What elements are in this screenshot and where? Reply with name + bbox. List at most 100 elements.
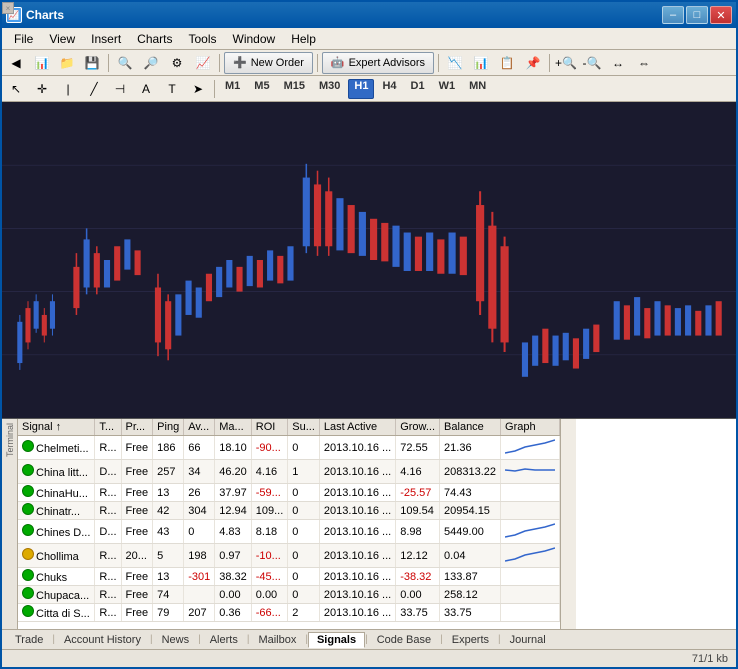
tool-zoom-out[interactable]: 🔎 xyxy=(139,52,163,74)
cell-signal-name[interactable]: Chupaca... xyxy=(18,586,95,604)
tool-open[interactable]: 📁 xyxy=(55,52,79,74)
cell-roi: -10... xyxy=(251,544,288,568)
tab-signals[interactable]: Signals xyxy=(308,632,365,648)
menu-charts[interactable]: Charts xyxy=(129,30,180,48)
tool-zoom-in[interactable]: 🔍 xyxy=(113,52,137,74)
cell-roi: 4.16 xyxy=(251,460,288,484)
tool-indicators[interactable]: 📈 xyxy=(191,52,215,74)
tab-trade[interactable]: Trade xyxy=(6,632,52,648)
cell-signal-name[interactable]: Chinatr... xyxy=(18,502,95,520)
tf-h1[interactable]: H1 xyxy=(348,79,374,99)
tool-zoom-plus[interactable]: +🔍 xyxy=(554,52,578,74)
tab-account-history[interactable]: Account History xyxy=(55,632,150,648)
expert-advisors-button[interactable]: 🤖 Expert Advisors xyxy=(322,52,434,74)
tool-8[interactable]: 📌 xyxy=(521,52,545,74)
col-sub[interactable]: Su... xyxy=(288,419,320,436)
tool-hline[interactable]: ⊣ xyxy=(108,78,132,100)
col-balance[interactable]: Balance xyxy=(440,419,501,436)
tab-alerts[interactable]: Alerts xyxy=(201,632,247,648)
cell-ping: 5 xyxy=(153,544,184,568)
sep4 xyxy=(438,54,439,72)
title-bar-buttons: – □ ✕ xyxy=(662,6,732,24)
cell-signal-name[interactable]: Chuks xyxy=(18,568,95,586)
tab-codebase[interactable]: Code Base xyxy=(368,632,440,648)
tab-mailbox[interactable]: Mailbox xyxy=(249,632,305,648)
tool-cursor[interactable]: ↖ xyxy=(4,78,28,100)
tool-text[interactable]: A xyxy=(134,78,158,100)
close-button[interactable]: ✕ xyxy=(710,6,732,24)
sep6 xyxy=(214,80,215,98)
menu-view[interactable]: View xyxy=(41,30,83,48)
col-avg[interactable]: Av... xyxy=(184,419,215,436)
col-roi[interactable]: ROI xyxy=(251,419,288,436)
new-order-button[interactable]: ➕ New Order xyxy=(224,52,313,74)
col-last-active[interactable]: Last Active xyxy=(319,419,395,436)
table-row: Chuks R... Free 13 -301 38.32 -45... 0 2… xyxy=(18,568,560,586)
cell-signal-name[interactable]: Chollima xyxy=(18,544,95,568)
tool-arrow[interactable]: ➤ xyxy=(186,78,210,100)
tool-6[interactable]: 📊 xyxy=(469,52,493,74)
tf-w1[interactable]: W1 xyxy=(433,79,462,99)
cell-avg xyxy=(184,586,215,604)
cell-sub: 0 xyxy=(288,484,320,502)
chart-area[interactable] xyxy=(2,102,736,419)
cell-balance: 208313.22 xyxy=(440,460,501,484)
status-bar: 71/1 kb xyxy=(2,649,736,667)
col-ping[interactable]: Ping xyxy=(153,419,184,436)
cell-roi: -90... xyxy=(251,436,288,460)
tool-line[interactable]: | xyxy=(56,78,80,100)
terminal-label: Terminal xyxy=(5,423,15,457)
menu-bar: File View Insert Charts Tools Window Hel… xyxy=(2,28,736,50)
col-growth[interactable]: Grow... xyxy=(396,419,440,436)
cell-signal-name[interactable]: China litt... xyxy=(18,460,95,484)
cell-last-active: 2013.10.16 ... xyxy=(319,520,395,544)
cell-signal-name[interactable]: Chelmeti... xyxy=(18,436,95,460)
close-panel-button[interactable]: × xyxy=(2,2,14,14)
menu-help[interactable]: Help xyxy=(283,30,324,48)
cell-signal-name[interactable]: Citta di S... xyxy=(18,604,95,622)
col-type[interactable]: T... xyxy=(95,419,121,436)
cell-max: 0.00 xyxy=(215,586,252,604)
tool-save[interactable]: 💾 xyxy=(80,52,104,74)
tool-arrow-left[interactable]: ◀ xyxy=(4,52,28,74)
tf-m15[interactable]: M15 xyxy=(278,79,311,99)
cell-price: Free xyxy=(121,436,153,460)
tab-journal[interactable]: Journal xyxy=(501,632,555,648)
table-row: China litt... D... Free 257 34 46.20 4.1… xyxy=(18,460,560,484)
cell-avg: 66 xyxy=(184,436,215,460)
tool-7[interactable]: 📋 xyxy=(495,52,519,74)
tf-h4[interactable]: H4 xyxy=(376,79,402,99)
menu-tools[interactable]: Tools xyxy=(181,30,225,48)
tf-mn[interactable]: MN xyxy=(463,79,492,99)
maximize-button[interactable]: □ xyxy=(686,6,708,24)
cell-growth: 0.00 xyxy=(396,586,440,604)
cell-signal-name[interactable]: Chines D... xyxy=(18,520,95,544)
tool-new-chart[interactable]: 📊 xyxy=(30,52,54,74)
minimize-button[interactable]: – xyxy=(662,6,684,24)
tool-label[interactable]: T xyxy=(160,78,184,100)
col-price[interactable]: Pr... xyxy=(121,419,153,436)
table-row: Chines D... D... Free 43 0 4.83 8.18 0 2… xyxy=(18,520,560,544)
tool-crosshair[interactable]: ✛ xyxy=(30,78,54,100)
tool-5[interactable]: 📉 xyxy=(443,52,467,74)
col-graph[interactable]: Graph xyxy=(501,419,560,436)
menu-file[interactable]: File xyxy=(6,30,41,48)
menu-window[interactable]: Window xyxy=(225,30,284,48)
tool-diagonal[interactable]: ╱ xyxy=(82,78,106,100)
tf-m5[interactable]: M5 xyxy=(248,79,275,99)
tab-news[interactable]: News xyxy=(153,632,199,648)
tf-m1[interactable]: M1 xyxy=(219,79,246,99)
tf-m30[interactable]: M30 xyxy=(313,79,346,99)
col-max[interactable]: Ma... xyxy=(215,419,252,436)
vertical-scrollbar[interactable] xyxy=(560,419,576,629)
menu-insert[interactable]: Insert xyxy=(83,30,129,48)
tf-d1[interactable]: D1 xyxy=(405,79,431,99)
signal-indicator xyxy=(22,440,34,452)
cell-signal-name[interactable]: ChinaHu... xyxy=(18,484,95,502)
col-signal[interactable]: Signal ↑ xyxy=(18,419,95,436)
tool-10[interactable]: ⇔ xyxy=(632,52,656,74)
tool-9[interactable]: ↔ xyxy=(606,52,630,74)
tool-properties[interactable]: ⚙ xyxy=(165,52,189,74)
tab-experts[interactable]: Experts xyxy=(443,632,498,648)
tool-zoom-minus[interactable]: -🔍 xyxy=(580,52,604,74)
